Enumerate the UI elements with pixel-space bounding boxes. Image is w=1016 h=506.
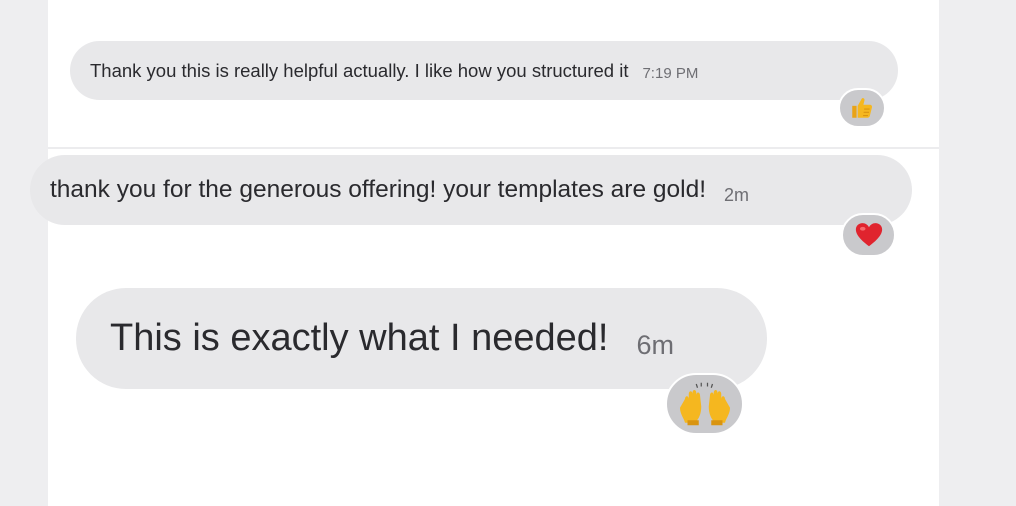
message-timestamp: 7:19 PM — [642, 65, 699, 82]
message-divider — [48, 147, 939, 149]
reaction-badge[interactable] — [841, 213, 896, 257]
chat-window: Thank you this is really helpful actuall… — [0, 0, 1016, 506]
message-timestamp: 6m — [636, 330, 674, 360]
thumbs-up-icon — [849, 95, 875, 121]
message-bubble[interactable]: thank you for the generous offering! you… — [30, 155, 912, 225]
message-timestamp: 2m — [724, 184, 750, 205]
reaction-badge[interactable] — [838, 88, 886, 128]
reaction-badge[interactable] — [665, 373, 744, 435]
raising-hands-icon — [679, 381, 730, 427]
message-bubble[interactable]: This is exactly what I needed! 6m — [76, 288, 767, 389]
message-text: This is exactly what I needed! — [110, 317, 609, 359]
heart-icon — [854, 220, 884, 250]
message-text: thank you for the generous offering! you… — [50, 176, 707, 203]
message-bubble[interactable]: Thank you this is really helpful actuall… — [70, 41, 898, 100]
message-text: Thank you this is really helpful actuall… — [90, 59, 629, 81]
